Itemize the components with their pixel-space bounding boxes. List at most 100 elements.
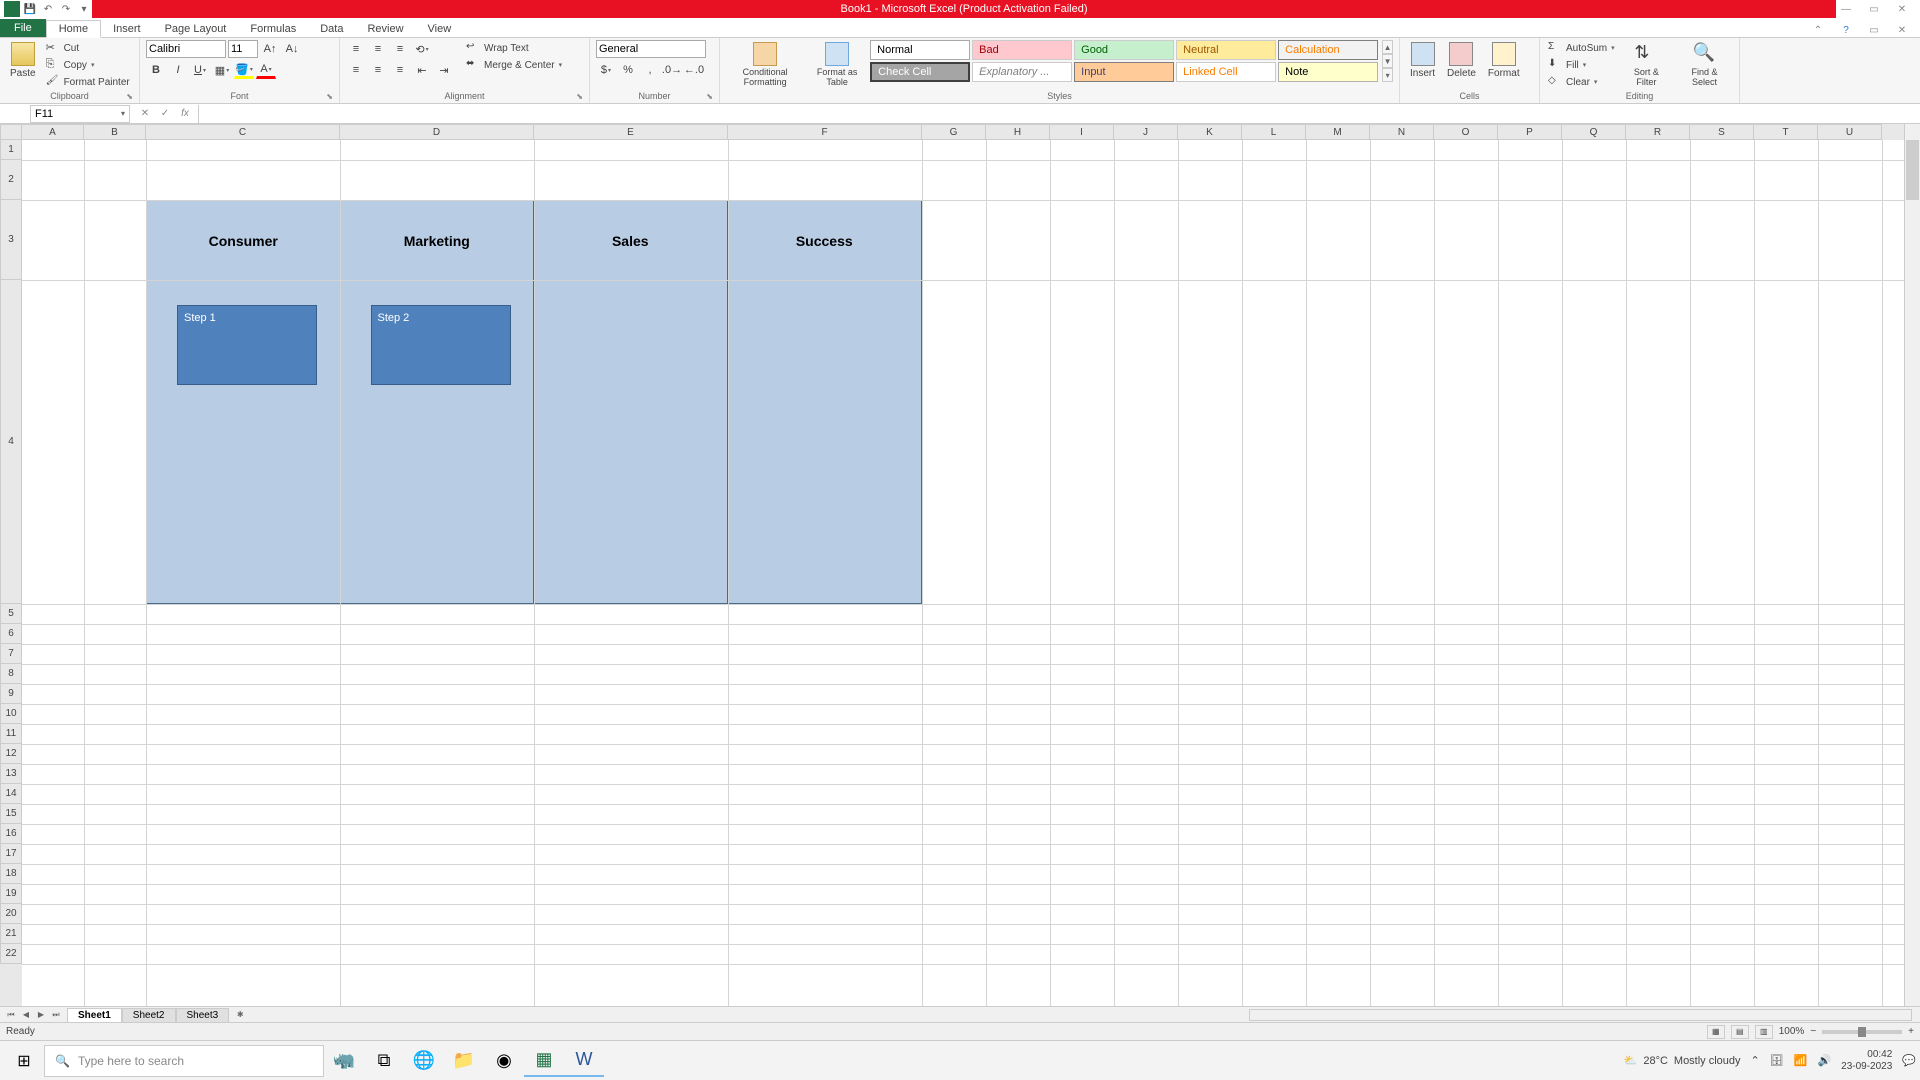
col-header-I[interactable]: I <box>1050 124 1114 140</box>
style-normal[interactable]: Normal <box>870 40 970 60</box>
format-as-table-button[interactable]: Format as Table <box>808 40 866 90</box>
weather-widget[interactable]: ⛅ 28°C Mostly cloudy <box>1624 1054 1741 1067</box>
lane-consumer[interactable]: ConsumerStep 1 <box>147 201 341 603</box>
col-header-Q[interactable]: Q <box>1562 124 1626 140</box>
font-launcher-icon[interactable]: ⬊ <box>326 92 333 101</box>
style-bad[interactable]: Bad <box>972 40 1072 60</box>
col-header-J[interactable]: J <box>1114 124 1178 140</box>
row-header-9[interactable]: 9 <box>0 684 22 704</box>
next-sheet-icon[interactable]: ▶ <box>34 1009 48 1021</box>
row-header-16[interactable]: 16 <box>0 824 22 844</box>
minimize-button[interactable]: — <box>1836 2 1856 16</box>
tab-formulas[interactable]: Formulas <box>238 21 308 37</box>
decrease-font-icon[interactable]: A↓ <box>282 40 302 58</box>
fill-button[interactable]: ⬇Fill▾ <box>1546 57 1617 73</box>
row-header-19[interactable]: 19 <box>0 884 22 904</box>
align-top-icon[interactable]: ≡ <box>346 40 366 58</box>
col-header-S[interactable]: S <box>1690 124 1754 140</box>
underline-button[interactable]: U <box>190 61 210 79</box>
zoom-slider[interactable] <box>1822 1030 1902 1034</box>
word-taskbar-icon[interactable]: W <box>564 1045 604 1077</box>
tab-data[interactable]: Data <box>308 21 355 37</box>
style-check-cell[interactable]: Check Cell <box>870 62 970 82</box>
lane-body[interactable]: Step 2 <box>341 281 534 603</box>
align-middle-icon[interactable]: ≡ <box>368 40 388 58</box>
tab-page-layout[interactable]: Page Layout <box>153 21 239 37</box>
style-explanatory[interactable]: Explanatory ... <box>972 62 1072 82</box>
row-header-15[interactable]: 15 <box>0 804 22 824</box>
page-break-view-icon[interactable]: ▥ <box>1755 1025 1773 1039</box>
qat-customize-icon[interactable]: ▾ <box>76 1 92 17</box>
lane-body[interactable]: Step 1 <box>147 281 340 603</box>
font-color-button[interactable]: A <box>256 61 276 79</box>
window-close-icon[interactable]: ✕ <box>1892 23 1912 37</box>
file-explorer-icon[interactable]: 📁 <box>444 1045 484 1077</box>
wifi-icon[interactable]: 📶 <box>1794 1054 1808 1067</box>
name-box-dropdown-icon[interactable]: ▾ <box>121 109 125 118</box>
taskbar-search[interactable]: 🔍 Type here to search <box>44 1045 324 1077</box>
align-right-icon[interactable]: ≡ <box>390 61 410 79</box>
cell-grid[interactable]: ConsumerStep 1MarketingStep 2SalesSucces… <box>22 140 1904 1006</box>
orientation-icon[interactable]: ⟲ <box>412 40 432 58</box>
lane-marketing[interactable]: MarketingStep 2 <box>341 201 535 603</box>
row-header-8[interactable]: 8 <box>0 664 22 684</box>
col-header-G[interactable]: G <box>922 124 986 140</box>
wrap-text-button[interactable]: ↩Wrap Text <box>464 40 564 56</box>
name-box[interactable]: F11 ▾ <box>30 105 130 123</box>
delete-cells-button[interactable]: Delete <box>1443 40 1480 81</box>
bold-button[interactable]: B <box>146 61 166 79</box>
row-header-3[interactable]: 3 <box>0 200 22 280</box>
percent-format-icon[interactable]: % <box>618 61 638 79</box>
undo-icon[interactable]: ↶ <box>40 1 56 17</box>
style-input[interactable]: Input <box>1074 62 1174 82</box>
decrease-decimal-icon[interactable]: ←.0 <box>684 61 704 79</box>
increase-decimal-icon[interactable]: .0→ <box>662 61 682 79</box>
sheet-tab-sheet2[interactable]: Sheet2 <box>122 1008 176 1022</box>
align-center-icon[interactable]: ≡ <box>368 61 388 79</box>
prev-sheet-icon[interactable]: ◀ <box>19 1009 33 1021</box>
col-header-E[interactable]: E <box>534 124 728 140</box>
styles-more-icon[interactable]: ▾ <box>1382 68 1393 82</box>
conditional-formatting-button[interactable]: Conditional Formatting <box>726 40 804 90</box>
paste-button[interactable]: Paste <box>6 40 40 81</box>
first-sheet-icon[interactable]: ⏮ <box>4 1009 18 1021</box>
clear-button[interactable]: ◇Clear▾ <box>1546 74 1617 90</box>
vertical-scrollbar[interactable] <box>1904 124 1920 1006</box>
format-painter-button[interactable]: Format Painter <box>44 74 132 90</box>
copy-button[interactable]: Copy▾ <box>44 57 132 73</box>
row-header-7[interactable]: 7 <box>0 644 22 664</box>
zoom-in-icon[interactable]: + <box>1908 1026 1914 1037</box>
fill-color-button[interactable]: 🪣 <box>234 61 254 79</box>
row-header-11[interactable]: 11 <box>0 724 22 744</box>
excel-app-icon[interactable] <box>4 1 20 17</box>
col-header-A[interactable]: A <box>22 124 84 140</box>
restore-button[interactable]: ▭ <box>1864 2 1884 16</box>
row-header-6[interactable]: 6 <box>0 624 22 644</box>
cancel-formula-icon[interactable]: ✕ <box>136 106 154 122</box>
save-icon[interactable] <box>22 1 38 17</box>
formula-input[interactable] <box>198 105 1920 123</box>
vscroll-thumb[interactable] <box>1906 140 1919 200</box>
italic-button[interactable]: I <box>168 61 188 79</box>
find-select-button[interactable]: 🔍Find & Select <box>1676 40 1733 90</box>
sheet-tab-sheet3[interactable]: Sheet3 <box>176 1008 230 1022</box>
row-header-13[interactable]: 13 <box>0 764 22 784</box>
cut-button[interactable]: Cut <box>44 40 132 56</box>
tab-home[interactable]: Home <box>46 20 101 38</box>
col-header-D[interactable]: D <box>340 124 534 140</box>
increase-font-icon[interactable]: A↑ <box>260 40 280 58</box>
row-header-10[interactable]: 10 <box>0 704 22 724</box>
battery-icon[interactable]: 🗄 <box>1770 1054 1784 1067</box>
col-header-H[interactable]: H <box>986 124 1050 140</box>
row-header-20[interactable]: 20 <box>0 904 22 924</box>
close-button[interactable]: ✕ <box>1892 2 1912 16</box>
row-header-4[interactable]: 4 <box>0 280 22 604</box>
clipboard-launcher-icon[interactable]: ⬊ <box>126 92 133 101</box>
borders-button[interactable]: ▦ <box>212 61 232 79</box>
insert-cells-button[interactable]: Insert <box>1406 40 1439 81</box>
format-cells-button[interactable]: Format <box>1484 40 1524 81</box>
sort-filter-button[interactable]: ⇅Sort & Filter <box>1621 40 1672 90</box>
step-box[interactable]: Step 1 <box>177 305 317 385</box>
normal-view-icon[interactable]: ▦ <box>1707 1025 1725 1039</box>
clock[interactable]: 00:42 23-09-2023 <box>1841 1049 1892 1073</box>
